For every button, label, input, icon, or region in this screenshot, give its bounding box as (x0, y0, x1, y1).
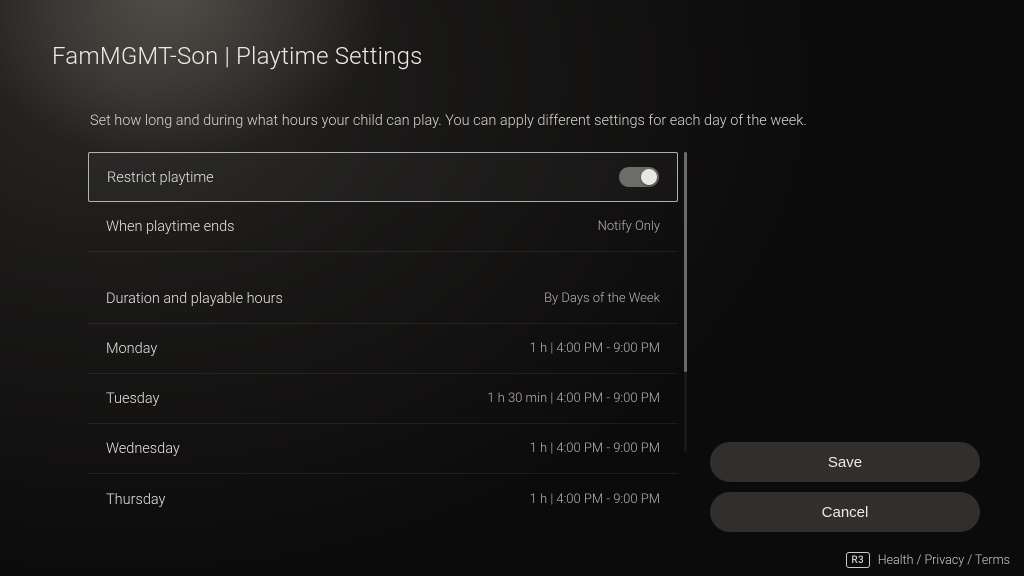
row-label: Duration and playable hours (106, 290, 283, 307)
row-value: 1 h | 4:00 PM - 9:00 PM (530, 341, 660, 356)
row-label: When playtime ends (106, 218, 235, 235)
row-value: 1 h 30 min | 4:00 PM - 9:00 PM (487, 391, 660, 406)
row-label: Restrict playtime (107, 169, 214, 186)
row-label: Thursday (106, 491, 165, 508)
row-value: 1 h | 4:00 PM - 9:00 PM (530, 492, 660, 507)
r3-button-icon[interactable]: R3 (846, 552, 870, 568)
page-title: FamMGMT-Son | Playtime Settings (52, 42, 423, 70)
footer: R3 Health / Privacy / Terms (846, 552, 1010, 568)
row-thursday[interactable]: Thursday 1 h | 4:00 PM - 9:00 PM (88, 474, 678, 524)
row-value: Notify Only (598, 219, 660, 234)
row-label: Wednesday (106, 440, 180, 457)
cancel-button[interactable]: Cancel (710, 492, 980, 532)
toggle-knob-icon (641, 169, 657, 185)
row-label: Tuesday (106, 390, 159, 407)
footer-links[interactable]: Health / Privacy / Terms (878, 553, 1010, 568)
row-label: Monday (106, 340, 157, 357)
row-value: By Days of the Week (544, 291, 660, 306)
section-gap (88, 252, 678, 274)
scrollbar-thumb[interactable] (684, 152, 687, 372)
save-button[interactable]: Save (710, 442, 980, 482)
settings-description: Set how long and during what hours your … (90, 112, 807, 129)
row-wednesday[interactable]: Wednesday 1 h | 4:00 PM - 9:00 PM (88, 424, 678, 474)
row-tuesday[interactable]: Tuesday 1 h 30 min | 4:00 PM - 9:00 PM (88, 374, 678, 424)
row-when-playtime-ends[interactable]: When playtime ends Notify Only (88, 202, 678, 252)
row-duration-playable-hours[interactable]: Duration and playable hours By Days of t… (88, 274, 678, 324)
settings-list: Restrict playtime When playtime ends Not… (88, 152, 678, 524)
row-value: 1 h | 4:00 PM - 9:00 PM (530, 441, 660, 456)
scrollbar-track[interactable] (684, 152, 687, 452)
row-restrict-playtime[interactable]: Restrict playtime (88, 152, 678, 202)
toggle-restrict-playtime[interactable] (619, 167, 659, 187)
row-monday[interactable]: Monday 1 h | 4:00 PM - 9:00 PM (88, 324, 678, 374)
